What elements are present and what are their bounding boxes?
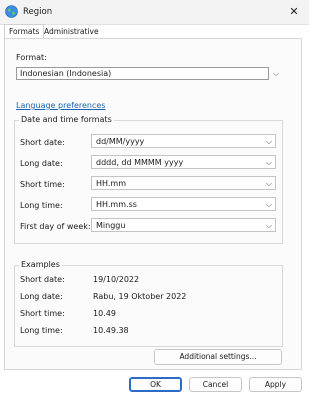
example-long-date-label: Long date:: [20, 292, 63, 301]
example-long-time-label: Long time:: [20, 326, 63, 335]
language-preferences-link[interactable]: Language preferences: [16, 101, 105, 110]
example-long-date-value: Rabu, 19 Oktober 2022: [93, 292, 187, 301]
long-time-value: HH.mm.ss: [96, 199, 137, 209]
short-time-combo[interactable]: HH.mm ⌵: [91, 176, 276, 190]
first-day-of-week-value: Minggu: [96, 220, 126, 230]
cancel-label: Cancel: [202, 380, 229, 389]
long-date-value: dddd, dd MMMM yyyy: [96, 157, 184, 167]
short-date-combo[interactable]: dd/MM/yyyy ⌵: [91, 134, 276, 148]
format-select[interactable]: Indonesian (Indonesia): [16, 67, 269, 80]
tab-formats-label: Formats: [9, 27, 40, 36]
apply-label: Apply: [264, 380, 287, 389]
window-title: Region: [23, 7, 53, 17]
format-label: Format:: [16, 53, 47, 62]
format-dropdown-button[interactable]: ⌵: [270, 67, 282, 80]
chevron-down-icon: ⌵: [265, 137, 272, 146]
ok-label: OK: [150, 380, 161, 389]
example-short-date-value: 19/10/2022: [93, 275, 140, 284]
example-short-time-label: Short time:: [20, 309, 65, 318]
chevron-down-icon: ⌵: [265, 200, 272, 209]
short-date-label: Short date:: [20, 138, 65, 147]
long-date-combo[interactable]: dddd, dd MMMM yyyy ⌵: [91, 155, 276, 169]
format-value: Indonesian (Indonesia): [20, 69, 112, 78]
tab-administrative-label: Administrative: [44, 27, 99, 36]
tab-administrative[interactable]: Administrative: [40, 25, 103, 39]
long-date-label: Long date:: [20, 159, 63, 168]
long-time-combo[interactable]: HH.mm.ss ⌵: [91, 197, 276, 211]
close-button[interactable]: ✕: [279, 0, 309, 24]
close-icon: ✕: [289, 5, 299, 18]
chevron-down-icon: ⌵: [272, 69, 280, 78]
cancel-button[interactable]: Cancel: [189, 377, 242, 392]
chevron-down-icon: ⌵: [265, 179, 272, 188]
chevron-down-icon: ⌵: [265, 221, 272, 230]
globe-icon: [5, 5, 18, 18]
chevron-down-icon: ⌵: [265, 158, 272, 167]
first-day-of-week-combo[interactable]: Minggu ⌵: [91, 218, 276, 232]
ok-button[interactable]: OK: [129, 377, 182, 392]
title-bar: Region ✕: [0, 0, 309, 25]
examples-group-title: Examples: [19, 260, 62, 269]
short-date-value: dd/MM/yyyy: [96, 136, 145, 146]
additional-settings-button[interactable]: Additional settings...: [154, 349, 282, 365]
short-time-value: HH.mm: [96, 178, 127, 188]
long-time-label: Long time:: [20, 201, 63, 210]
date-time-group-title: Date and time formats: [19, 115, 114, 124]
formats-panel: Format: Indonesian (Indonesia) ⌵ Languag…: [4, 38, 302, 370]
additional-settings-label: Additional settings...: [179, 352, 257, 361]
apply-button[interactable]: Apply: [249, 377, 302, 392]
example-short-date-label: Short date:: [20, 275, 65, 284]
example-short-time-value: 10.49: [93, 309, 116, 318]
example-long-time-value: 10.49.38: [93, 326, 129, 335]
short-time-label: Short time:: [20, 180, 65, 189]
first-day-of-week-label: First day of week:: [20, 222, 91, 231]
